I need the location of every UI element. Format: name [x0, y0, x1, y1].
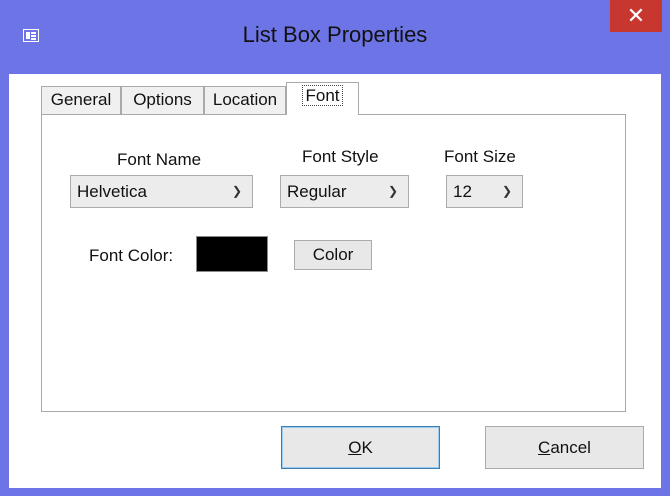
close-button[interactable]: ✕: [610, 0, 662, 32]
font-color-swatch[interactable]: [196, 236, 268, 272]
tab-label: Font: [302, 85, 343, 106]
title-bar[interactable]: List Box Properties ✕: [0, 0, 670, 72]
chevron-down-icon: ❯: [501, 184, 512, 198]
tab-location[interactable]: Location: [204, 86, 286, 114]
tab-font[interactable]: Font: [286, 82, 359, 115]
font-name-value: Helvetica: [77, 182, 147, 201]
chevron-down-icon: ❯: [231, 184, 242, 198]
cancel-label: ancel: [550, 438, 591, 457]
close-icon: ✕: [626, 3, 646, 28]
tab-label: Location: [212, 90, 278, 109]
dialog-title: List Box Properties: [242, 22, 428, 47]
cancel-button[interactable]: Cancel: [485, 426, 644, 469]
font-name-dropdown[interactable]: Helvetica ❯: [70, 175, 253, 208]
font-name-label: Font Name: [117, 150, 202, 169]
tab-general[interactable]: General: [41, 86, 121, 114]
cancel-mnemonic: C: [538, 438, 551, 457]
font-size-value: 12: [453, 182, 472, 201]
font-style-label: Font Style: [302, 147, 379, 166]
font-style-dropdown[interactable]: Regular ❯: [280, 175, 409, 208]
color-button-label: Color: [312, 245, 354, 264]
ok-button[interactable]: OK: [281, 426, 440, 469]
dialog-window: List Box Properties ✕ General Options Lo…: [0, 0, 670, 496]
font-color-label: Font Color:: [89, 246, 174, 265]
tab-options[interactable]: Options: [121, 86, 204, 114]
ok-label: K: [361, 438, 373, 457]
chevron-down-icon: ❯: [387, 184, 398, 198]
tab-label: General: [50, 90, 112, 109]
color-button[interactable]: Color: [294, 240, 372, 270]
font-style-value: Regular: [287, 182, 347, 201]
ok-mnemonic: O: [348, 438, 362, 457]
font-size-label: Font Size: [444, 147, 516, 166]
font-size-dropdown[interactable]: 12 ❯: [446, 175, 523, 208]
tab-label: Options: [133, 90, 192, 109]
